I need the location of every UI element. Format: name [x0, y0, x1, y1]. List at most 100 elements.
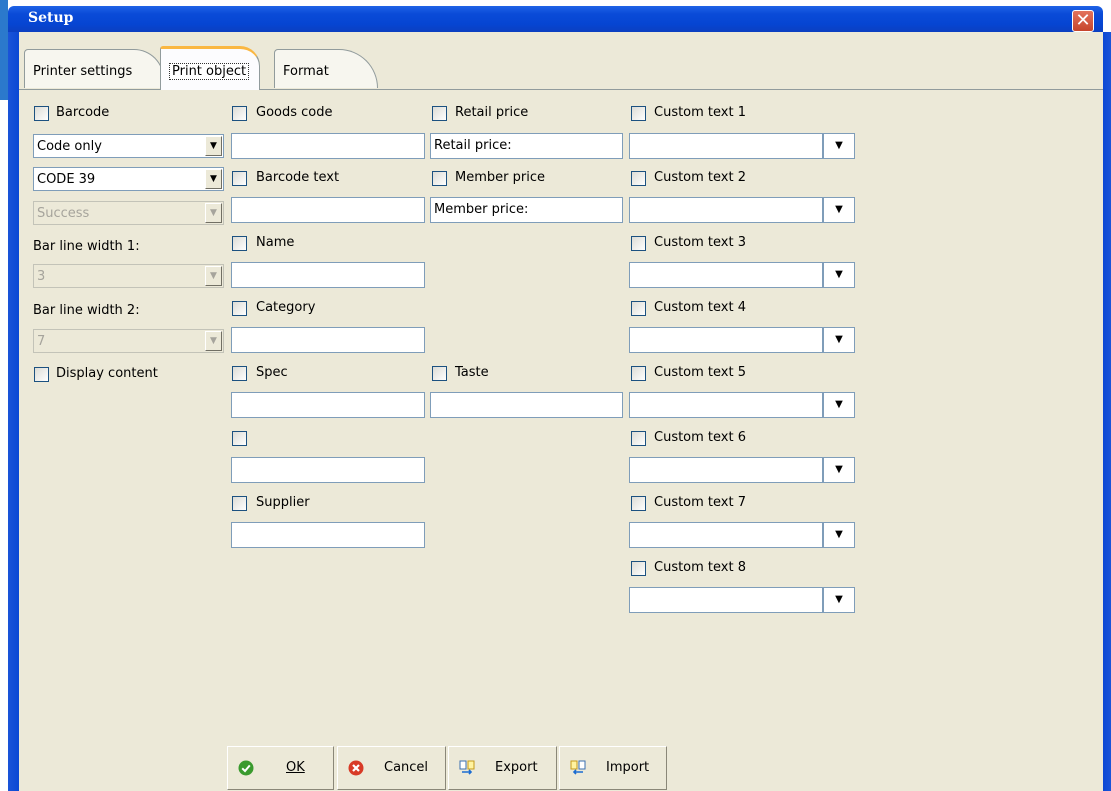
chevron-down-icon: ▼ — [205, 203, 222, 223]
ok-label: OK — [286, 760, 305, 775]
barcode-type-select[interactable]: Code only ▼ — [33, 134, 224, 158]
retail-price-field[interactable]: Retail price: — [430, 133, 623, 159]
supplier-checkbox[interactable] — [232, 496, 247, 511]
custom-text-5-field[interactable] — [629, 392, 823, 418]
custom-text-7-checkbox[interactable] — [631, 496, 646, 511]
custom-text-1-field[interactable] — [629, 133, 823, 159]
custom-text-2-checkbox[interactable] — [631, 171, 646, 186]
barcode-text-checkbox[interactable] — [232, 171, 247, 186]
custom-text-4-label: Custom text 4 — [654, 300, 746, 315]
taste-checkbox[interactable] — [432, 366, 447, 381]
category-field[interactable] — [231, 327, 425, 353]
bar-line-width-1-select: 3 ▼ — [33, 264, 224, 288]
tab-label: Printer settings — [33, 64, 133, 79]
custom-text-7-label: Custom text 7 — [654, 495, 746, 510]
taste-label: Taste — [455, 365, 489, 380]
member-price-field[interactable]: Member price: — [430, 197, 623, 223]
supplier-field[interactable] — [231, 522, 425, 548]
bar-line-width-1-label: Bar line width 1: — [33, 239, 140, 254]
window-frame-left — [8, 32, 19, 791]
spec-checkbox[interactable] — [232, 366, 247, 381]
export-button[interactable]: Export — [448, 746, 557, 790]
retail-price-label: Retail price — [455, 105, 529, 120]
custom-text-4-field[interactable] — [629, 327, 823, 353]
bar-line-width-1-value: 3 — [37, 269, 46, 284]
custom-text-5-checkbox[interactable] — [631, 366, 646, 381]
custom-text-3-dropdown[interactable]: ▼ — [823, 262, 855, 288]
import-button[interactable]: Import — [559, 746, 667, 790]
barcode-text-label: Barcode text — [256, 170, 340, 185]
import-icon — [570, 760, 586, 775]
chevron-down-icon: ▼ — [835, 269, 843, 280]
chevron-down-icon[interactable]: ▼ — [205, 136, 222, 156]
custom-text-8-dropdown[interactable]: ▼ — [823, 587, 855, 613]
barcode-status-select: Success ▼ — [33, 201, 224, 225]
chevron-down-icon: ▼ — [835, 529, 843, 540]
member-price-checkbox[interactable] — [432, 171, 447, 186]
custom-text-6-label: Custom text 6 — [654, 430, 746, 445]
unlabeled-checkbox[interactable] — [232, 431, 247, 446]
category-checkbox[interactable] — [232, 301, 247, 316]
tab-print-object[interactable]: Print object — [160, 46, 260, 90]
goods-code-field[interactable] — [231, 133, 425, 159]
ok-button[interactable]: OK — [227, 746, 334, 790]
setup-dialog: Setup ✕ Printer settings Format Print ob… — [0, 0, 1111, 791]
custom-text-2-label: Custom text 2 — [654, 170, 746, 185]
custom-text-3-field[interactable] — [629, 262, 823, 288]
custom-text-6-dropdown[interactable]: ▼ — [823, 457, 855, 483]
chevron-down-icon: ▼ — [835, 594, 843, 605]
chevron-down-icon[interactable]: ▼ — [205, 169, 222, 189]
chevron-down-icon: ▼ — [205, 331, 222, 351]
chevron-down-icon: ▼ — [835, 399, 843, 410]
custom-text-4-dropdown[interactable]: ▼ — [823, 327, 855, 353]
taste-field[interactable] — [430, 392, 623, 418]
tab-label: Format — [283, 64, 329, 79]
retail-price-checkbox[interactable] — [432, 106, 447, 121]
custom-text-7-dropdown[interactable]: ▼ — [823, 522, 855, 548]
custom-text-3-label: Custom text 3 — [654, 235, 746, 250]
custom-text-8-field[interactable] — [629, 587, 823, 613]
export-icon — [459, 760, 475, 775]
window-title: Setup — [28, 10, 74, 26]
custom-text-8-checkbox[interactable] — [631, 561, 646, 576]
name-field[interactable] — [231, 262, 425, 288]
bar-line-width-2-label: Bar line width 2: — [33, 303, 140, 318]
title-bar: Setup — [8, 6, 1103, 32]
custom-text-1-checkbox[interactable] — [631, 106, 646, 121]
custom-text-5-dropdown[interactable]: ▼ — [823, 392, 855, 418]
background-app-strip — [0, 0, 8, 100]
custom-text-5-label: Custom text 5 — [654, 365, 746, 380]
supplier-label: Supplier — [256, 495, 310, 510]
display-content-checkbox[interactable] — [34, 367, 49, 382]
barcode-text-field[interactable] — [231, 197, 425, 223]
custom-text-6-checkbox[interactable] — [631, 431, 646, 446]
bar-line-width-2-value: 7 — [37, 334, 46, 349]
name-checkbox[interactable] — [232, 236, 247, 251]
export-label: Export — [495, 760, 538, 775]
close-button[interactable]: ✕ — [1072, 10, 1094, 32]
window-frame-right — [1103, 32, 1111, 791]
custom-text-6-field[interactable] — [629, 457, 823, 483]
import-label: Import — [606, 760, 650, 775]
goods-code-checkbox[interactable] — [232, 106, 247, 121]
unlabeled-field[interactable] — [231, 457, 425, 483]
tab-printer-settings[interactable]: Printer settings — [24, 49, 164, 88]
spec-field[interactable] — [231, 392, 425, 418]
custom-text-1-dropdown[interactable]: ▼ — [823, 133, 855, 159]
spec-label: Spec — [256, 365, 288, 380]
close-icon: ✕ — [1075, 10, 1091, 31]
custom-text-2-field[interactable] — [629, 197, 823, 223]
custom-text-2-dropdown[interactable]: ▼ — [823, 197, 855, 223]
cancel-button[interactable]: Cancel — [337, 746, 446, 790]
chevron-down-icon: ▼ — [205, 266, 222, 286]
custom-text-7-field[interactable] — [629, 522, 823, 548]
barcode-symbology-select[interactable]: CODE 39 ▼ — [33, 167, 224, 191]
cancel-icon — [348, 760, 364, 776]
custom-text-4-checkbox[interactable] — [631, 301, 646, 316]
barcode-type-value: Code only — [37, 139, 102, 154]
bar-line-width-2-select: 7 ▼ — [33, 329, 224, 353]
check-icon — [238, 760, 254, 776]
barcode-checkbox[interactable] — [34, 106, 49, 121]
chevron-down-icon: ▼ — [835, 140, 843, 151]
custom-text-3-checkbox[interactable] — [631, 236, 646, 251]
